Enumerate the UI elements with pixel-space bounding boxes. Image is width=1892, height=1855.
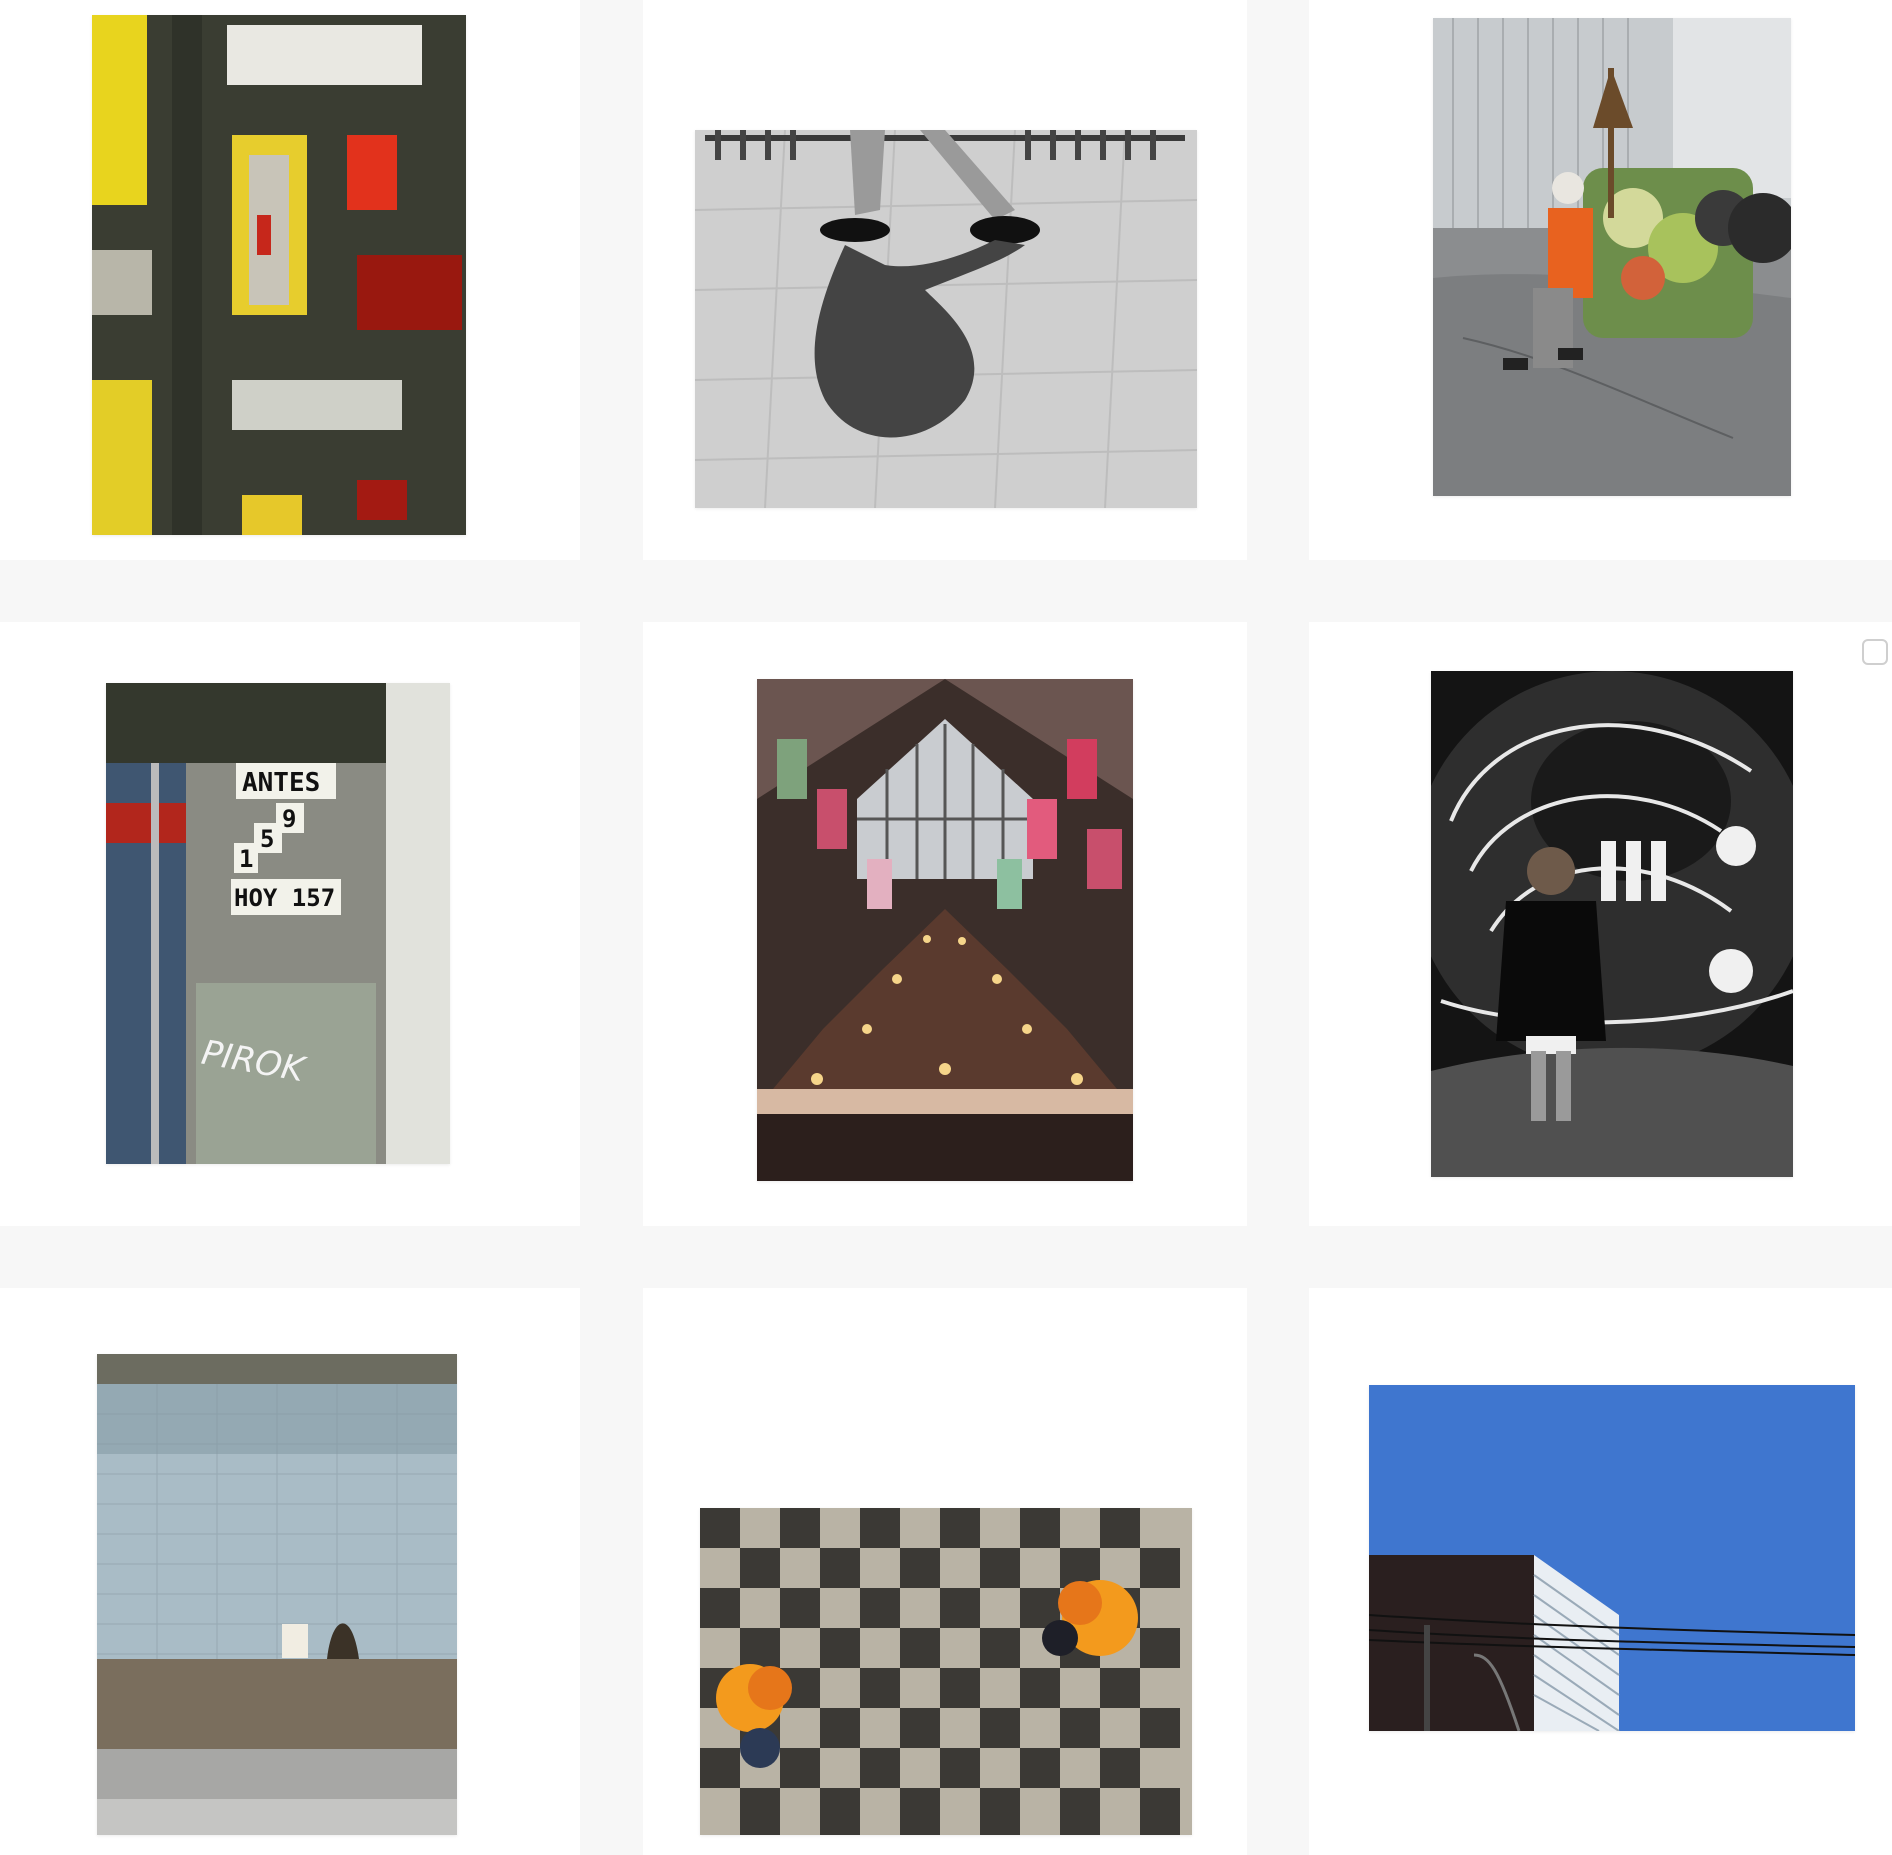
- grid-cell[interactable]: [643, 1288, 1247, 1855]
- grid-cell[interactable]: [0, 0, 580, 560]
- photo-thumbnail[interactable]: ANTES 9 5 1 HOY 157 PIROK: [106, 683, 450, 1164]
- grid-cell[interactable]: [643, 0, 1247, 560]
- grid-cell[interactable]: [1309, 622, 1892, 1226]
- grid-cell[interactable]: [1309, 1288, 1892, 1855]
- photo-thumbnail[interactable]: [757, 679, 1133, 1181]
- photo-thumbnail[interactable]: [92, 15, 466, 535]
- photo-thumbnail[interactable]: [700, 1508, 1192, 1835]
- grid-cell[interactable]: [643, 622, 1247, 1226]
- sign-hoy: HOY 157: [234, 884, 335, 912]
- scroll-handle[interactable]: [1862, 639, 1888, 665]
- sign-antes: ANTES: [242, 768, 320, 798]
- grid-cell[interactable]: [0, 1288, 580, 1855]
- photo-thumbnail[interactable]: [1369, 1385, 1855, 1731]
- grid-cell[interactable]: ANTES 9 5 1 HOY 157 PIROK: [0, 622, 580, 1226]
- grid-cell[interactable]: [1309, 0, 1892, 560]
- photo-grid: ANTES 9 5 1 HOY 157 PIROK: [0, 0, 1892, 1855]
- photo-thumbnail[interactable]: [1431, 671, 1793, 1177]
- sign-num-9: 9: [282, 805, 296, 833]
- photo-thumbnail[interactable]: [97, 1354, 457, 1835]
- photo-thumbnail[interactable]: [1433, 18, 1791, 496]
- photo-thumbnail[interactable]: [695, 130, 1197, 508]
- sign-num-1: 1: [239, 845, 253, 873]
- sign-num-5: 5: [260, 825, 274, 853]
